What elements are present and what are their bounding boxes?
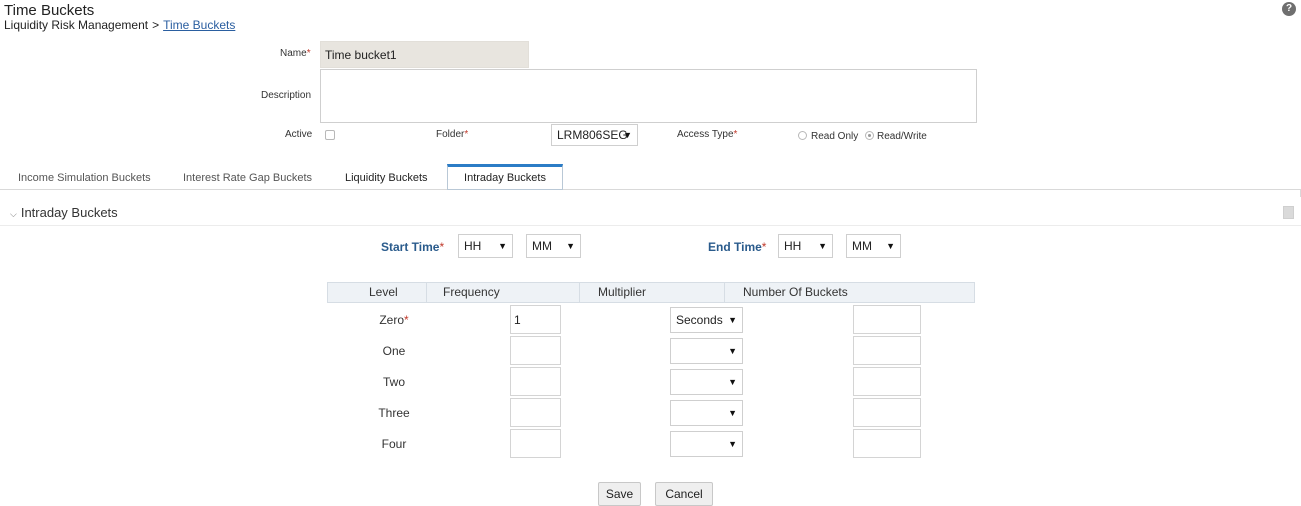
question-mark-icon[interactable]: ? [1282,2,1296,16]
dropdown-arrow-icon: ▼ [818,241,827,251]
page-title: Time Buckets [4,2,95,19]
end-minute-value: MM [852,239,872,253]
tab-intraday-buckets[interactable]: Intraday Buckets [447,164,563,190]
breadcrumb: Liquidity Risk Management > Time Buckets [4,18,235,32]
frequency-select-one[interactable]: ▼ [670,338,743,364]
dropdown-arrow-icon: ▼ [886,241,895,251]
description-label: Description [261,90,312,101]
active-checkbox[interactable] [325,130,335,140]
description-textarea[interactable] [320,69,977,123]
header-frequency: Frequency [443,285,500,299]
start-time-label: Start Time* [381,240,445,254]
start-hour-value: HH [464,239,482,253]
buckets-input-zero[interactable] [853,305,921,334]
start-minute-select[interactable]: MM ▼ [526,234,581,258]
start-hour-select[interactable]: HH ▼ [458,234,513,258]
folder-select[interactable]: LRM806SEG ▼ [551,124,638,146]
active-label: Active [285,129,313,140]
section-header-intraday-buckets[interactable]: ⌵ Intraday Buckets [10,205,118,220]
save-button[interactable]: Save [598,482,641,506]
folder-label: Folder* [436,129,469,140]
dropdown-arrow-icon: ▼ [623,130,632,140]
frequency-select-zero[interactable]: Seconds ▼ [670,307,743,333]
header-number-of-buckets: Number Of Buckets [743,285,848,299]
access-read-only-radio[interactable] [798,131,807,140]
dropdown-arrow-icon: ▼ [728,315,737,325]
access-read-write-label: Read/Write [877,131,927,142]
page-icon[interactable] [1283,206,1294,219]
buckets-grid-header: Level Frequency Multiplier Number Of Buc… [327,282,975,303]
multiplier-input-three[interactable] [510,398,561,427]
header-multiplier: Multiplier [598,285,647,299]
dropdown-arrow-icon: ▼ [728,408,737,418]
breadcrumb-current-link[interactable]: Time Buckets [163,18,235,32]
multiplier-input-one[interactable] [510,336,561,365]
level-label-two: Two [382,375,405,389]
start-minute-value: MM [532,239,552,253]
cancel-button[interactable]: Cancel [655,482,713,506]
frequency-select-two[interactable]: ▼ [670,369,743,395]
dropdown-arrow-icon: ▼ [498,241,507,251]
breadcrumb-root: Liquidity Risk Management [4,18,149,32]
access-read-only-label: Read Only [811,131,859,142]
header-divider [426,283,427,302]
name-label: Name* [280,48,311,59]
header-level: Level [369,285,398,299]
dropdown-arrow-icon: ▼ [566,241,575,251]
level-label-zero: Zero* [379,313,409,327]
header-divider [579,283,580,302]
dropdown-arrow-icon: ▼ [728,439,737,449]
level-label-one: One [382,344,406,358]
end-hour-select[interactable]: HH ▼ [778,234,833,258]
dropdown-arrow-icon: ▼ [728,346,737,356]
tab-interest-rate-gap-buckets[interactable]: Interest Rate Gap Buckets [183,172,312,184]
header-divider [724,283,725,302]
tab-liquidity-buckets[interactable]: Liquidity Buckets [345,172,428,184]
name-input[interactable]: Time bucket1 [320,41,529,68]
access-type-label: Access Type* [677,129,738,140]
buckets-input-two[interactable] [853,367,921,396]
chevron-down-icon: ⌵ [10,209,17,219]
access-read-write-radio[interactable] [865,131,874,140]
breadcrumb-separator: > [152,18,160,32]
frequency-select-three[interactable]: ▼ [670,400,743,426]
buckets-input-three[interactable] [853,398,921,427]
level-label-four: Four [381,437,407,451]
end-minute-select[interactable]: MM ▼ [846,234,901,258]
frequency-select-four[interactable]: ▼ [670,431,743,457]
section-divider [0,225,1301,226]
buckets-input-one[interactable] [853,336,921,365]
dropdown-arrow-icon: ▼ [728,377,737,387]
end-time-label: End Time* [708,240,767,254]
tab-underline [0,189,1301,190]
multiplier-input-four[interactable] [510,429,561,458]
tab-income-simulation-buckets[interactable]: Income Simulation Buckets [18,172,151,184]
section-title: Intraday Buckets [20,205,118,220]
frequency-value-zero: Seconds [676,313,723,327]
folder-select-value: LRM806SEG [557,128,628,142]
end-hour-value: HH [784,239,802,253]
multiplier-input-two[interactable] [510,367,561,396]
level-label-three: Three [378,406,410,420]
buckets-input-four[interactable] [853,429,921,458]
multiplier-input-zero[interactable]: 1 [510,305,561,334]
